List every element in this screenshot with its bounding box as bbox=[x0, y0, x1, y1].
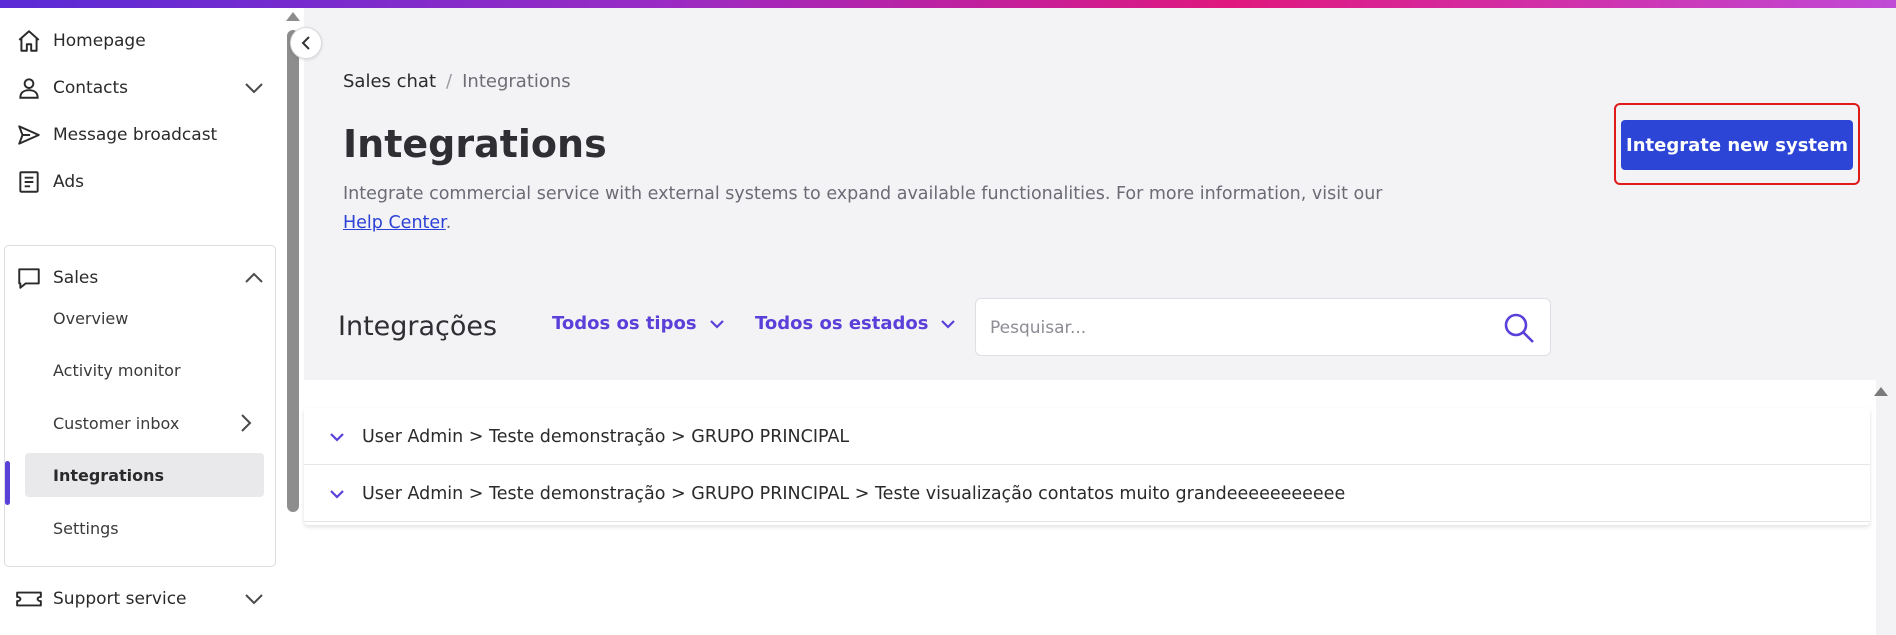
sidebar-subitem-integrations[interactable]: Integrations bbox=[25, 453, 264, 497]
states-filter-dropdown[interactable]: Todos os estados bbox=[755, 313, 956, 334]
sidebar-item-contacts[interactable]: Contacts bbox=[0, 63, 282, 113]
chevron-down-icon[interactable] bbox=[326, 483, 348, 505]
ticket-icon bbox=[14, 584, 44, 614]
integrations-list-title: Integrações bbox=[338, 311, 498, 342]
sidebar-item-label: Homepage bbox=[53, 31, 146, 51]
chat-icon bbox=[14, 263, 44, 293]
sidebar-item-ads[interactable]: Ads bbox=[0, 157, 282, 207]
description-text: Integrate commercial service with extern… bbox=[343, 184, 1383, 204]
chevron-down-icon[interactable] bbox=[240, 585, 268, 613]
sidebar-subitem-label: Activity monitor bbox=[53, 360, 181, 380]
sidebar-item-message-broadcast[interactable]: Message broadcast bbox=[0, 110, 282, 160]
integrate-new-system-button[interactable]: Integrate new system bbox=[1621, 120, 1853, 170]
search-icon[interactable] bbox=[1502, 311, 1536, 345]
sidebar-subitem-label: Overview bbox=[53, 308, 129, 328]
home-icon bbox=[14, 26, 44, 56]
sidebar-item-label: Sales bbox=[53, 268, 99, 288]
sidebar-item-label: Ads bbox=[53, 172, 84, 192]
list-item[interactable]: User Admin > Teste demonstração > GRUPO … bbox=[304, 466, 1870, 522]
scroll-up-arrow-icon[interactable] bbox=[1874, 387, 1888, 396]
search-input[interactable] bbox=[990, 313, 1490, 343]
chevron-up-icon[interactable] bbox=[240, 264, 268, 292]
sidebar-item-label: Contacts bbox=[53, 78, 128, 98]
sidebar-item-support-service[interactable]: Support service bbox=[0, 574, 282, 624]
states-filter-label: Todos os estados bbox=[755, 313, 929, 334]
search-box bbox=[975, 298, 1551, 356]
page-title: Integrations bbox=[343, 122, 607, 166]
breadcrumb-root[interactable]: Sales chat bbox=[343, 71, 436, 92]
chevron-down-icon[interactable] bbox=[326, 426, 348, 448]
types-filter-label: Todos os tipos bbox=[552, 313, 697, 334]
scroll-up-arrow-icon[interactable] bbox=[286, 12, 300, 21]
sidebar-subitem-label: Customer inbox bbox=[53, 413, 180, 433]
description-end: . bbox=[445, 213, 452, 233]
sidebar-subitem-activity-monitor[interactable]: Activity monitor bbox=[4, 348, 274, 392]
chevron-down-icon bbox=[941, 319, 956, 329]
send-icon bbox=[14, 120, 44, 150]
sidebar-subitem-label: Integrations bbox=[53, 465, 165, 485]
sidebar: Homepage Contacts Message broadcast Ads … bbox=[0, 8, 282, 635]
sidebar-item-homepage[interactable]: Homepage bbox=[0, 16, 282, 66]
sidebar-subitem-label: Settings bbox=[53, 518, 119, 538]
chevron-down-icon[interactable] bbox=[240, 74, 268, 102]
types-filter-dropdown[interactable]: Todos os tipos bbox=[552, 313, 725, 334]
breadcrumb: Sales chat / Integrations bbox=[343, 71, 571, 92]
sidebar-item-label: Support service bbox=[53, 589, 187, 609]
person-icon bbox=[14, 73, 44, 103]
sidebar-scrollbar-thumb[interactable] bbox=[287, 30, 299, 512]
sidebar-subitem-overview[interactable]: Overview bbox=[4, 296, 274, 340]
sidebar-subitem-settings[interactable]: Settings bbox=[4, 506, 274, 550]
active-indicator bbox=[5, 461, 10, 505]
breadcrumb-separator: / bbox=[446, 71, 453, 92]
help-center-link[interactable]: Help Center bbox=[343, 213, 446, 233]
breadcrumb-current: Integrations bbox=[462, 71, 571, 92]
sidebar-item-label: Message broadcast bbox=[53, 125, 218, 145]
chevron-left-icon bbox=[301, 36, 310, 50]
collapse-sidebar-button[interactable] bbox=[290, 27, 322, 59]
chevron-right-icon bbox=[240, 413, 252, 437]
chevron-down-icon bbox=[709, 319, 724, 329]
sidebar-subitem-customer-inbox[interactable]: Customer inbox bbox=[4, 401, 274, 445]
top-gradient-bar bbox=[0, 0, 1896, 8]
list-item[interactable]: User Admin > Teste demonstração > GRUPO … bbox=[304, 409, 1870, 465]
document-icon bbox=[14, 167, 44, 197]
list-item-path: User Admin > Teste demonstração > GRUPO … bbox=[362, 426, 850, 447]
list-item-path: User Admin > Teste demonstração > GRUPO … bbox=[362, 483, 1346, 504]
page-description: Integrate commercial service with extern… bbox=[343, 180, 1383, 238]
